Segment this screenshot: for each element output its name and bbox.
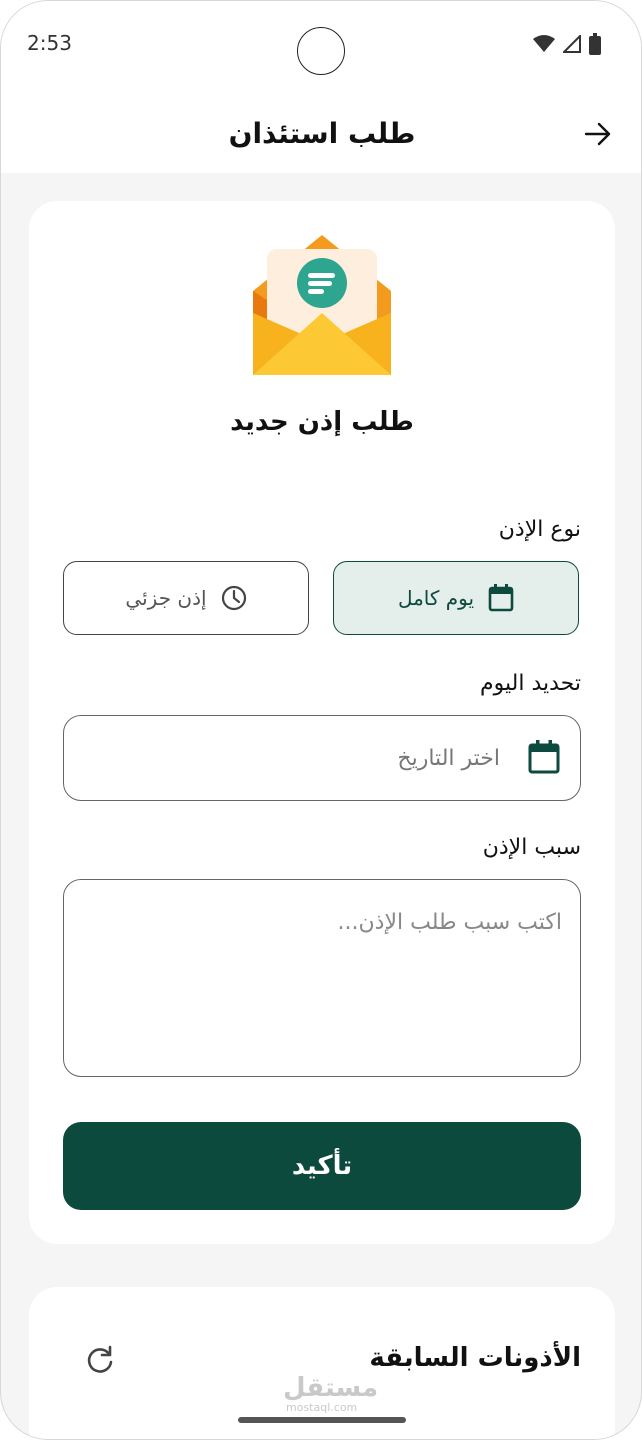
permission-type-label: نوع الإذن xyxy=(498,517,581,542)
status-bar: 2:53 xyxy=(1,1,641,101)
calendar-icon xyxy=(528,740,560,774)
partial-option[interactable]: إذن جزئي xyxy=(63,561,309,635)
reason-placeholder: اكتب سبب طلب الإذن... xyxy=(337,910,562,935)
watermark-logo: مستقل xyxy=(283,1373,379,1403)
watermark-domain: mostaql.com xyxy=(286,1401,358,1414)
date-placeholder: اختر التاريخ xyxy=(397,746,500,771)
confirm-label: تأكيد xyxy=(291,1151,353,1181)
status-icons xyxy=(533,33,601,55)
front-camera xyxy=(297,27,345,75)
full-day-label: يوم كامل xyxy=(397,586,475,610)
arrow-right-icon[interactable] xyxy=(583,119,613,149)
day-select-label: تحديد اليوم xyxy=(480,671,581,696)
refresh-icon[interactable] xyxy=(85,1345,115,1375)
battery-icon xyxy=(589,33,601,55)
previous-permissions-title: الأذونات السابقة xyxy=(369,1343,581,1373)
card-heading: طلب إذن جديد xyxy=(230,407,414,437)
wifi-icon xyxy=(533,35,555,52)
status-time: 2:53 xyxy=(27,31,72,55)
clock-icon xyxy=(221,585,246,611)
app-bar: طلب استئذان xyxy=(1,101,641,173)
page-title: طلب استئذان xyxy=(228,117,416,150)
phone-screen: 2:53 طلب استئذان طلب إذن جديد نوع الإذن xyxy=(0,0,642,1440)
home-indicator[interactable] xyxy=(238,1417,406,1423)
calendar-icon xyxy=(488,584,514,612)
signal-icon xyxy=(563,35,581,53)
reason-label: سبب الإذن xyxy=(482,835,581,860)
reason-textarea[interactable]: اكتب سبب طلب الإذن... xyxy=(63,879,581,1077)
date-picker-field[interactable]: اختر التاريخ xyxy=(63,715,581,801)
full-day-option[interactable]: يوم كامل xyxy=(333,561,579,635)
envelope-icon xyxy=(253,235,391,375)
new-request-card: طلب إذن جديد نوع الإذن يوم كامل إذن جزئي… xyxy=(29,201,615,1244)
confirm-button[interactable]: تأكيد xyxy=(63,1122,581,1210)
partial-label: إذن جزئي xyxy=(125,586,207,610)
